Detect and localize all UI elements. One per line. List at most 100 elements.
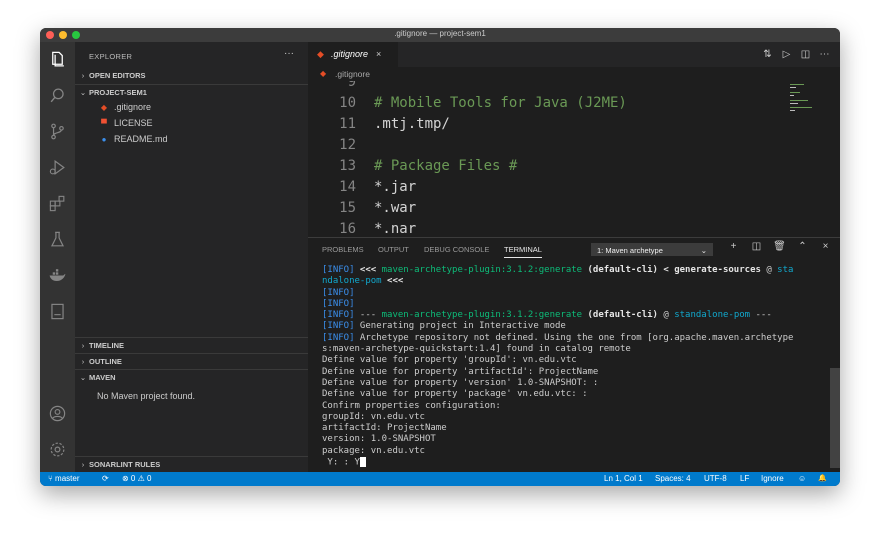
timeline-label: TIMELINE [89,341,124,350]
code-text: .mtj.tmp/ [374,116,450,132]
code-editor[interactable]: 9 10 # Mobile Tools for Java (J2ME) 11 .mtj.… [308,81,840,237]
terminal-text: Confirm properties configuration: [322,400,501,411]
problems-indicator[interactable]: ⊗ 0 ⚠ 0 [122,472,151,486]
more-actions-icon[interactable]: ··· [284,48,294,59]
sync-icon[interactable]: ⟳ [102,472,109,486]
file-item-license[interactable]: ▀ LICENSE [99,116,153,130]
terminal-scrollbar[interactable] [830,368,840,468]
explorer-sidebar: EXPLORER ··· › OPEN EDITORS ⌄ PROJECT-SEM1… [75,42,308,472]
breadcrumb-file[interactable]: .gitignore [335,67,370,81]
bell-icon[interactable]: 🔔 [818,472,827,486]
open-editors-section[interactable]: › OPEN EDITORS [75,68,308,83]
search-icon[interactable] [48,86,67,105]
terminal-text: Define value for property 'package' vn.e… [322,389,588,400]
code-text: *.jar [374,179,417,195]
end-of-line[interactable]: LF [740,472,749,486]
settings-gear-icon[interactable] [48,440,67,459]
branch-indicator[interactable]: ⑂ master [48,472,79,486]
chevron-up-icon[interactable]: ⌃ [791,241,814,252]
file-item-gitignore[interactable]: ◆ .gitignore [99,100,151,114]
code-line: 16 *.nar [308,219,840,237]
terminal-select[interactable]: 1: Maven archetype ⌄ [591,243,713,256]
split-terminal-icon[interactable]: ◫ [745,241,768,252]
bottom-panel: PROBLEMS OUTPUT DEBUG CONSOLE TERMINAL 1… [308,237,840,473]
tab-debug-console[interactable]: DEBUG CONSOLE [424,245,489,254]
terminal-text: version: 1.0-SNAPSHOT [322,434,436,445]
tab-terminal[interactable]: TERMINAL [504,245,542,258]
terminal-text: sta [777,265,794,275]
code-line: 12 [308,135,840,156]
file-name: LICENSE [114,118,153,128]
outline-section[interactable]: › OUTLINE [75,353,308,369]
close-icon[interactable]: × [376,42,381,67]
terminal-text: groupId: vn.edu.vtc [322,411,425,422]
run-debug-icon[interactable] [48,158,67,177]
breadcrumb: ◆ .gitignore [308,67,840,81]
code-text: # Mobile Tools for Java (J2ME) [374,95,627,111]
source-control-icon[interactable] [48,122,67,141]
explorer-title: EXPLORER [89,52,133,61]
terminal-line: [INFO] Generating project in Interactive… [322,321,832,332]
line-number: 15 [339,200,356,216]
tab-problems[interactable]: PROBLEMS [322,245,364,254]
file-item-readme[interactable]: ● README.md [99,132,168,146]
split-editor-icon[interactable]: ◫ [796,42,815,67]
terminal-select-value: 1: Maven archetype [597,246,663,255]
tab-output[interactable]: OUTPUT [378,245,409,254]
terminal-output[interactable]: [INFO] <<< maven-archetype-plugin:3.1.2:… [322,265,832,471]
terminal-text: ndalone-pom [322,276,382,287]
maven-section[interactable]: ⌄ MAVEN [75,369,308,385]
git-branch-icon: ⑂ [48,474,56,483]
git-icon: ◆ [100,103,108,112]
new-terminal-icon[interactable]: + [722,241,745,252]
code-text: *.war [374,200,417,216]
code-line: 11 .mtj.tmp/ [308,114,840,135]
terminal-text: Define value for property 'groupId': vn.… [322,355,577,366]
terminal-line: Define value for property 'groupId': vn.… [322,355,832,366]
encoding[interactable]: UTF-8 [704,472,727,486]
remote-explorer-icon[interactable] [48,302,67,321]
code-line: 14 *.jar [308,177,840,198]
language-mode[interactable]: Ignore [761,472,784,486]
indentation[interactable]: Spaces: 4 [655,472,691,486]
branch-name: master [55,474,80,483]
line-number: 12 [339,137,356,153]
account-icon[interactable] [48,404,67,423]
timeline-section[interactable]: › TIMELINE [75,337,308,353]
files-icon[interactable] [48,50,67,69]
close-icon[interactable]: × [814,241,837,252]
feedback-icon[interactable]: ☺ [798,472,806,486]
testing-icon[interactable] [48,230,67,249]
extensions-icon[interactable] [48,194,67,213]
docker-icon[interactable] [48,266,67,285]
trash-icon[interactable]: 🗑 [768,241,791,252]
open-changes-icon[interactable]: ⇅ [758,42,777,67]
minimap[interactable] [790,82,830,112]
cursor-position[interactable]: Ln 1, Col 1 [604,472,643,486]
sonarlint-section[interactable]: › SONARLINT RULES [75,456,308,472]
line-number: 14 [339,179,356,195]
code-line: 9 [308,81,840,93]
file-name: .gitignore [114,102,152,112]
tab-gitignore[interactable]: ◆ .gitignore × [308,42,398,67]
chevron-down-icon: ⌄ [700,246,707,255]
terminal-text: @ [760,265,778,275]
run-icon[interactable]: ▷ [777,42,796,67]
open-editors-label: OPEN EDITORS [89,71,146,80]
more-actions-icon[interactable]: ⋯ [815,42,834,67]
code-line: 10 # Mobile Tools for Java (J2ME) [308,93,840,114]
minimap-line [790,95,794,96]
editor-area: ◆ .gitignore × ⇅ ▷ ◫ ⋯ ◆ .gitignore 9 10 # Mo… [308,42,840,473]
code-line: 13 # Package Files # [308,156,840,177]
chevron-right-icon: › [81,460,85,469]
info-icon: ● [101,135,107,144]
terminal-text: maven-archetype-plugin:3.1.2:generate [381,310,583,321]
window-title: .gitignore — project-sem1 [394,29,486,38]
terminal-line: s:maven-archetype-quickstart:1.4] found … [322,344,832,355]
terminal-line: package: vn.edu.vtc [322,446,832,457]
terminal-text: Archetype repository not defined. Using … [354,332,794,343]
project-section[interactable]: ⌄ PROJECT-SEM1 [75,84,308,100]
tab-label: .gitignore [331,49,369,59]
line-number: 9 [347,81,356,90]
terminal-text: s:maven-archetype-quickstart:1.4] found … [322,344,631,355]
